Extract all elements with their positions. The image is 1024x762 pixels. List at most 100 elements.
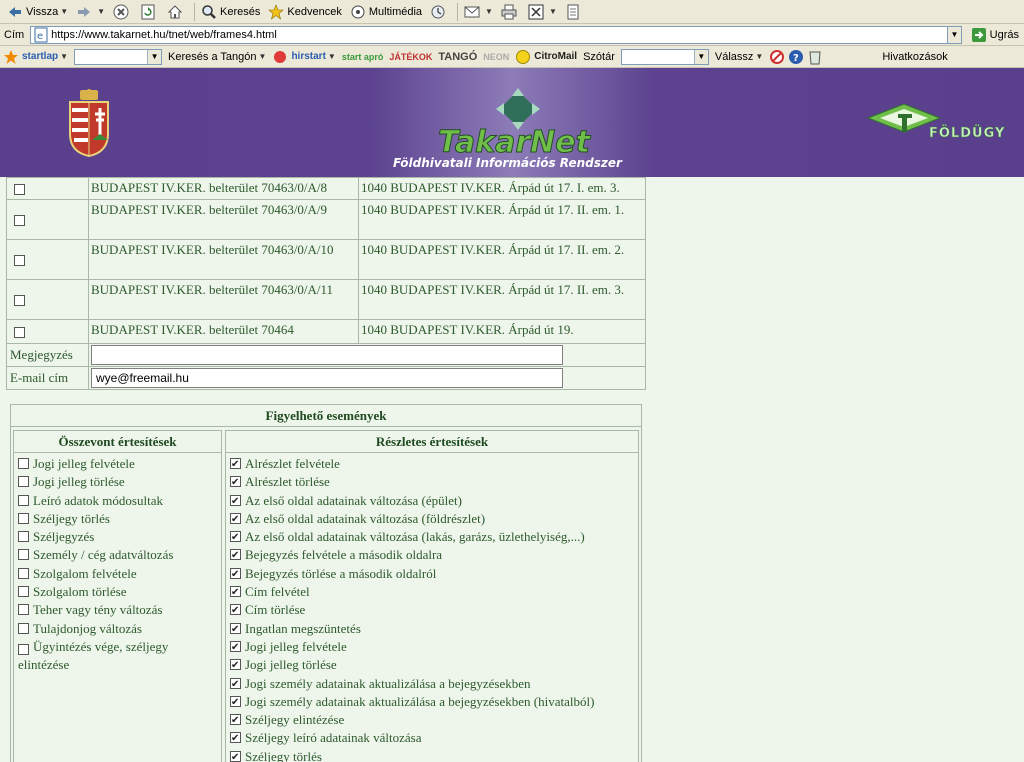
summary-event-checkbox[interactable]: [18, 622, 29, 634]
back-arrow-icon: [7, 4, 23, 20]
chevron-down-icon[interactable]: ▼: [60, 7, 68, 16]
citromail-label: CitroMail: [534, 51, 578, 62]
url-dropdown-button[interactable]: ▼: [948, 25, 962, 44]
mail-button[interactable]: ▼: [461, 2, 496, 22]
jatekok-link[interactable]: JÁTÉKOK: [389, 52, 432, 62]
chevron-down-icon[interactable]: ▼: [60, 52, 68, 61]
back-button[interactable]: Vissza ▼: [4, 2, 71, 22]
search-button[interactable]: Keresés: [198, 2, 263, 22]
detail-event-item: Széljegy leíró adatainak változása: [226, 729, 638, 748]
valassz-button[interactable]: Válassz ▼: [715, 51, 763, 63]
startlap-link[interactable]: startlap ▼: [3, 49, 68, 65]
summary-event-checkbox[interactable]: [18, 458, 29, 469]
chevron-down-icon[interactable]: ▼: [549, 7, 557, 16]
detail-event-checkbox[interactable]: [230, 566, 241, 584]
detail-event-checkbox[interactable]: [230, 474, 241, 492]
detail-event-checkbox[interactable]: [230, 694, 241, 712]
email-row: E-mail cím wye@freemail.hu: [6, 366, 646, 390]
chevron-down-icon[interactable]: ▼: [97, 7, 105, 16]
detail-event-checkbox[interactable]: [230, 529, 241, 547]
forward-button[interactable]: ▼: [73, 2, 108, 22]
summary-event-label: Személy / cég adatváltozás: [33, 547, 174, 563]
chevron-down-icon[interactable]: ▼: [693, 49, 708, 64]
links-menu[interactable]: Hivatkozások: [882, 51, 947, 63]
property-checkbox[interactable]: [14, 184, 25, 196]
detail-event-checkbox[interactable]: [230, 712, 241, 730]
detail-event-checkbox[interactable]: [230, 657, 241, 675]
summary-event-checkbox[interactable]: [18, 643, 29, 655]
history-button[interactable]: [427, 2, 452, 22]
summary-event-checkbox[interactable]: [18, 604, 29, 616]
property-name: BUDAPEST IV.KER. belterület 70463/0/A/11: [88, 279, 359, 320]
home-button[interactable]: [164, 2, 189, 22]
szotar-select[interactable]: ▼: [620, 48, 709, 65]
summary-event-checkbox[interactable]: [18, 549, 29, 561]
startapro-link[interactable]: start apró: [342, 52, 384, 62]
szotar-link[interactable]: Szótár: [583, 51, 615, 63]
detail-event-checkbox[interactable]: [230, 676, 241, 694]
page-icon: e: [33, 27, 49, 43]
site-banner: TakarNet Földhivatali Információs Rendsz…: [0, 68, 1024, 177]
edit-button[interactable]: ▼: [525, 2, 560, 22]
property-row: BUDAPEST IV.KER. belterület 70463/0/A/10…: [6, 239, 646, 280]
detail-event-checkbox[interactable]: [230, 621, 241, 639]
chevron-down-icon[interactable]: ▼: [328, 52, 336, 61]
detail-event-checkbox[interactable]: [230, 730, 241, 748]
startlap-search-input[interactable]: ▼: [74, 48, 163, 65]
summary-event-checkbox[interactable]: [18, 512, 29, 524]
hirstart-link[interactable]: hirstart ▼: [272, 49, 336, 65]
detail-event-checkbox[interactable]: [230, 493, 241, 511]
detail-event-item: Az első oldal adatainak változása (épüle…: [226, 492, 638, 511]
help-icon[interactable]: ?: [788, 49, 804, 65]
detail-event-checkbox[interactable]: [230, 639, 241, 657]
block-icon[interactable]: [769, 49, 785, 65]
citromail-link[interactable]: CitroMail: [515, 49, 577, 65]
detail-event-checkbox[interactable]: [230, 749, 241, 762]
summary-event-checkbox[interactable]: [18, 567, 29, 579]
summary-event-checkbox[interactable]: [18, 494, 29, 506]
detail-event-label: Ingatlan megszüntetés: [245, 620, 361, 636]
property-address: 1040 BUDAPEST IV.KER. Árpád út 17. I. em…: [358, 177, 646, 200]
property-checkbox[interactable]: [14, 295, 25, 307]
chevron-down-icon[interactable]: ▼: [147, 49, 162, 64]
property-checkbox-cell: [6, 279, 89, 320]
discuss-button[interactable]: [562, 2, 587, 22]
summary-event-label: Ügyintézés vége, széljegy elintézése: [18, 638, 169, 672]
refresh-button[interactable]: [137, 2, 162, 22]
property-checkbox[interactable]: [14, 327, 25, 339]
property-checkbox[interactable]: [14, 215, 25, 227]
summary-event-checkbox[interactable]: [18, 476, 29, 488]
detail-event-checkbox[interactable]: [230, 511, 241, 529]
summary-event-item: Leíró adatok módosultak: [14, 492, 221, 510]
email-input[interactable]: wye@freemail.hu: [91, 368, 563, 388]
favorites-label: Kedvencek: [287, 5, 342, 18]
toolbar-separator: [457, 2, 459, 21]
tango-link[interactable]: TANGÓ: [438, 51, 477, 63]
chevron-down-icon[interactable]: ▼: [259, 52, 267, 61]
detail-event-checkbox[interactable]: [230, 602, 241, 620]
svg-text:e: e: [37, 31, 43, 42]
search-tango-button[interactable]: Keresés a Tangón ▼: [168, 51, 266, 63]
summary-event-item: Jogi jelleg felvétele: [14, 455, 221, 473]
property-checkbox[interactable]: [14, 255, 25, 267]
url-input[interactable]: e https://www.takarnet.hu/tnet/web/frame…: [30, 25, 949, 44]
go-label: Ugrás: [989, 28, 1019, 41]
detail-event-checkbox[interactable]: [230, 456, 241, 474]
summary-event-checkbox[interactable]: [18, 586, 29, 598]
favorites-button[interactable]: Kedvencek: [265, 2, 344, 22]
detail-event-checkbox[interactable]: [230, 547, 241, 565]
stop-button[interactable]: [110, 2, 135, 22]
summary-event-item: Személy / cég adatváltozás: [14, 546, 221, 564]
detail-event-label: Cím felvétel: [245, 584, 310, 600]
recycle-icon[interactable]: [807, 49, 823, 65]
note-input[interactable]: [91, 345, 563, 365]
summary-event-checkbox[interactable]: [18, 531, 29, 543]
media-button[interactable]: Multimédia: [347, 2, 425, 22]
go-button[interactable]: Ugrás: [968, 25, 1022, 45]
summary-event-label: Szolgalom felvétele: [33, 565, 137, 581]
print-button[interactable]: [498, 2, 523, 22]
chevron-down-icon[interactable]: ▼: [485, 7, 493, 16]
neon-link[interactable]: NEON: [483, 52, 509, 62]
chevron-down-icon[interactable]: ▼: [755, 52, 763, 61]
detail-event-checkbox[interactable]: [230, 584, 241, 602]
